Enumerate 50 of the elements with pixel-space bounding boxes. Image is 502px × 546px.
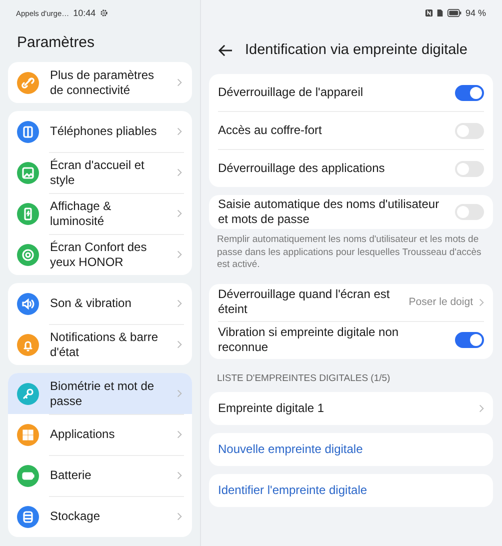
fingerprint-item[interactable]: Empreinte digitale 1	[218, 400, 473, 416]
chevron-icon	[177, 78, 182, 87]
chevron-icon	[177, 299, 182, 308]
chevron-icon	[177, 512, 182, 521]
setting-label: Vibration si empreinte digitale non reconnue	[218, 325, 400, 355]
page-title: Identification via empreinte digitale	[245, 42, 468, 58]
settings-item[interactable]: Écran Confort des yeux HONOR	[8, 234, 192, 275]
settings-item[interactable]: Notifications & barre d'état	[8, 324, 192, 365]
page-title: Paramètres	[16, 33, 96, 53]
chevron-icon	[177, 340, 182, 349]
action-link[interactable]: Nouvelle empreinte digitale	[218, 442, 484, 456]
clock: 10:44	[73, 8, 96, 18]
settings-item[interactable]: Stockage	[8, 496, 192, 537]
section-header: LISTE D'EMPREINTES DIGITALES (1/5)	[216, 372, 392, 384]
settings-icon	[100, 9, 108, 17]
settings-item[interactable]: Applications	[8, 414, 192, 455]
nfc-icon	[425, 9, 434, 17]
toggle-switch[interactable]	[455, 332, 484, 348]
setting-label: Accès au coffre-fort	[218, 123, 323, 138]
description-text: Remplir automatiquement les noms d'utilisateur et les mots de passe dans les applications pour lesquelles Trousseau d'accès est activé.	[216, 234, 482, 272]
settings-item[interactable]: Plus de paramètres de connectivité	[8, 62, 192, 103]
setting-value[interactable]: Poser le doigt	[408, 296, 473, 308]
chevron-icon	[177, 430, 182, 439]
action-link[interactable]: Identifier l'empreinte digitale	[218, 482, 484, 498]
settings-item[interactable]: Affichage & luminosité	[8, 193, 192, 234]
chevron-icon	[177, 127, 182, 136]
toggle-switch[interactable]	[455, 122, 484, 138]
back-arrow-icon[interactable]	[218, 44, 233, 56]
chevron-icon	[479, 404, 484, 412]
settings-item[interactable]: Biométrie et mot de passe	[8, 373, 192, 414]
setting-label: Déverrouillage quand l'écran est éteint	[218, 287, 391, 317]
settings-item[interactable]: Téléphones pliables	[8, 111, 192, 152]
chevron-icon	[479, 298, 484, 306]
chevron-icon	[177, 209, 182, 218]
settings-item[interactable]: Batterie	[8, 455, 192, 496]
setting-label: Déverrouillage de l'appareil	[218, 85, 364, 100]
settings-item[interactable]: Son & vibration	[8, 283, 192, 324]
chevron-icon	[177, 389, 182, 398]
setting-label: Déverrouillage des applications	[218, 161, 386, 176]
toggle-switch[interactable]	[455, 84, 484, 100]
battery-status-icon	[447, 9, 462, 17]
battery-level: 94 %	[465, 8, 486, 18]
chevron-icon	[177, 250, 182, 259]
toggle-switch[interactable]	[455, 160, 484, 176]
chevron-icon	[177, 471, 182, 480]
sim-icon	[436, 9, 444, 17]
chevron-icon	[177, 168, 182, 177]
settings-item[interactable]: Écran d'accueil et style	[8, 152, 192, 193]
toggle-switch[interactable]	[455, 204, 484, 220]
setting-label: Saisie automatique des noms d'utilisateur et mots de passe	[218, 197, 440, 227]
